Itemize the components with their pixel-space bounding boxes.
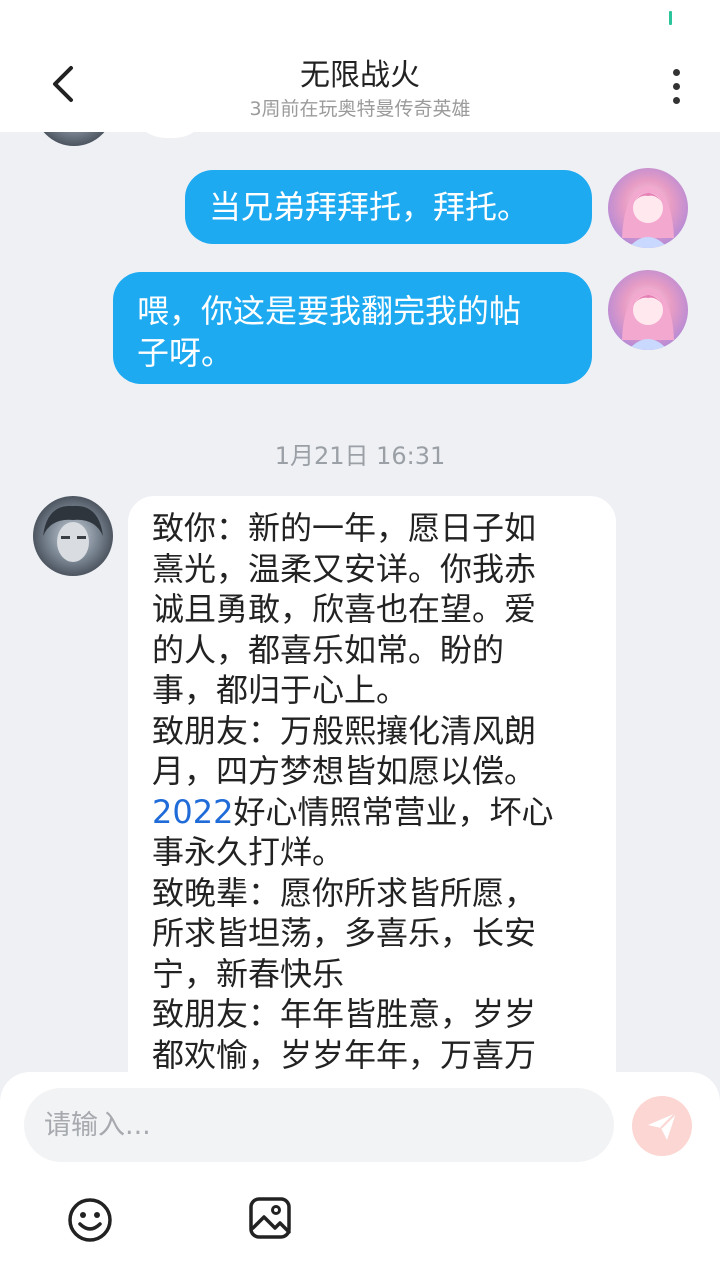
message-text-line: 宁，新春快乐 [152,954,345,993]
chat-title: 无限战火 [300,58,420,93]
message-text-line: 致朋友：万般熙攘化清风朗 [152,711,537,750]
avatar-portrait [622,288,674,350]
image-icon [249,1197,291,1239]
message-text-line: 诚且勇敢，欣喜也在望。爱 [152,590,537,628]
message-text-line: 2022好心情照常营业，坏心 [152,792,600,833]
send-icon [648,1112,677,1140]
message-composer [0,1072,720,1280]
status-indicator [669,11,672,25]
message-text-line: 月，四方梦想皆如愿以偿。 [152,752,537,790]
my-avatar[interactable] [608,168,688,248]
avatar-portrait [622,186,674,248]
more-dot-icon [672,96,680,104]
my-avatar[interactable] [608,270,688,350]
message-text-line: 致你：新的一年，愿日子如 [152,509,537,547]
message-text-line: 致晚辈：愿你所求皆所愿， [152,873,537,912]
contact-avatar[interactable] [34,132,114,146]
message-text-line: 致朋友：年年皆胜意，岁岁 [152,995,537,1033]
my-message-bubble[interactable]: 喂，你这是要我翻完我的帖 子呀。 [113,272,592,384]
more-dot-icon [672,82,680,90]
message-text-line: 事，都归于心上。 [152,671,409,709]
image-button[interactable] [248,1196,292,1240]
my-message-bubble[interactable]: 当兄弟拜拜托，拜托。 [185,170,592,244]
message-text-fragment: 好心情照常营业，坏心 [233,792,554,831]
message-input[interactable] [24,1088,614,1162]
more-options-button[interactable] [656,60,696,112]
message-text: 当兄弟拜拜托，拜托。 [209,188,530,226]
contact-avatar[interactable] [33,496,113,576]
chat-subtitle: 3周前在玩奥特曼传奇英雄 [249,98,471,120]
message-text-line: 喂，你这是要我翻完我的帖 [137,292,522,330]
smiley-icon [68,1198,112,1242]
message-text-line: 事永久打烊。 [152,833,345,871]
send-button[interactable] [632,1096,692,1156]
message-list[interactable]: 当兄弟拜拜托，拜托。 喂，你这是要我翻完我的帖 子呀。 1月21日 16:31 [0,132,720,1072]
chevron-left-icon [53,66,73,102]
message-text-line: 所求皆坦荡，多喜乐，长安 [152,914,537,952]
contact-message-bubble[interactable]: 致你：新的一年，愿日子如 熹光，温柔又安详。你我赤 诚且勇敢，欣喜也在望。爱 的… [128,496,616,1072]
message-timestamp: 1月21日 16:31 [274,442,446,470]
message-text-line: 的人，都喜乐如常。盼的 [152,630,505,669]
message-text-line: 都欢愉，岁岁年年，万喜万 [152,1035,537,1073]
emoji-button[interactable] [66,1196,114,1244]
avatar-portrait [43,505,103,562]
message-text-line: 子呀。 [137,334,234,372]
back-button[interactable] [40,58,88,110]
message-bubble-partial [130,132,210,138]
status-bar [0,0,720,36]
message-text-line: 熹光，温柔又安详。你我赤 [152,549,537,588]
chat-header: 无限战火 3周前在玩奥特曼传奇英雄 [0,36,720,132]
number-link[interactable]: 2022 [152,793,233,831]
more-dot-icon [672,68,680,76]
message-input-wrapper[interactable] [24,1088,614,1162]
